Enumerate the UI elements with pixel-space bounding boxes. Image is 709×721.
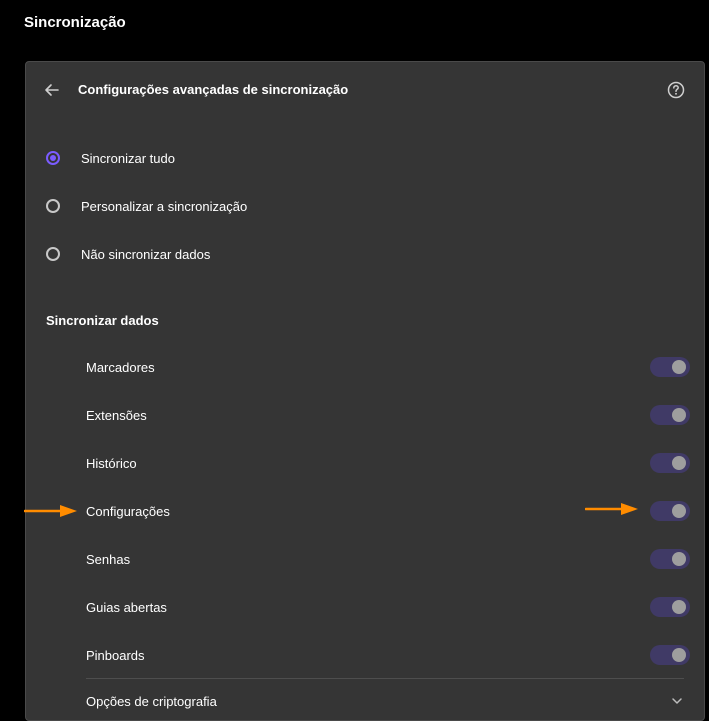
toggle-knob: [672, 360, 686, 374]
arrow-left-icon[interactable]: [43, 81, 61, 99]
sync-item-passwords: Senhas: [86, 547, 690, 571]
extensions-toggle[interactable]: [650, 405, 690, 425]
history-toggle[interactable]: [650, 453, 690, 473]
sync-item-bookmarks: Marcadores: [86, 355, 690, 379]
sync-item-pinboards: Pinboards: [86, 643, 690, 667]
panel-title: Configurações avançadas de sincronização: [78, 82, 349, 97]
chevron-down-icon[interactable]: [670, 694, 684, 708]
radio-label: Personalizar a sincronização: [81, 198, 248, 214]
sync-item-label: Marcadores: [86, 359, 155, 375]
pinboards-toggle[interactable]: [650, 645, 690, 665]
passwords-toggle[interactable]: [650, 549, 690, 569]
radio-label: Não sincronizar dados: [81, 246, 211, 262]
radio-button-checked[interactable]: [46, 151, 60, 165]
sync-item-label: Extensões: [86, 407, 147, 423]
open-tabs-toggle[interactable]: [650, 597, 690, 617]
sync-item-label: Senhas: [86, 551, 131, 567]
toggle-knob: [672, 456, 686, 470]
sync-item-label: Configurações: [86, 503, 170, 519]
settings-toggle[interactable]: [650, 501, 690, 521]
radio-sync-all[interactable]: Sincronizar tudo: [46, 146, 175, 170]
encryption-options-expander[interactable]: Opções de criptografia: [86, 690, 684, 712]
divider: [86, 678, 684, 679]
toggle-knob: [672, 600, 686, 614]
bookmarks-toggle[interactable]: [650, 357, 690, 377]
radio-button[interactable]: [46, 247, 60, 261]
sync-item-label: Guias abertas: [86, 599, 167, 615]
toggle-knob: [672, 408, 686, 422]
help-circle-icon[interactable]: [666, 80, 686, 100]
sync-item-label: Pinboards: [86, 647, 145, 663]
toggle-knob: [672, 504, 686, 518]
sync-item-label: Histórico: [86, 455, 137, 471]
sync-item-history: Histórico: [86, 451, 690, 475]
radio-no-sync[interactable]: Não sincronizar dados: [46, 242, 210, 266]
sync-item-open-tabs: Guias abertas: [86, 595, 690, 619]
sync-item-extensions: Extensões: [86, 403, 690, 427]
toggle-knob: [672, 552, 686, 566]
encryption-options-label: Opções de criptografia: [86, 693, 217, 709]
radio-customize-sync[interactable]: Personalizar a sincronização: [46, 194, 247, 218]
page-title: Sincronização: [24, 14, 126, 31]
panel-header: Configurações avançadas de sincronização: [26, 62, 704, 120]
advanced-sync-panel: Configurações avançadas de sincronização…: [25, 61, 705, 721]
toggle-knob: [672, 648, 686, 662]
annotation-arrow-icon: [585, 503, 638, 515]
annotation-arrow-icon: [24, 505, 77, 517]
sync-data-title: Sincronizar dados: [46, 313, 159, 328]
radio-label: Sincronizar tudo: [81, 150, 175, 166]
radio-button[interactable]: [46, 199, 60, 213]
